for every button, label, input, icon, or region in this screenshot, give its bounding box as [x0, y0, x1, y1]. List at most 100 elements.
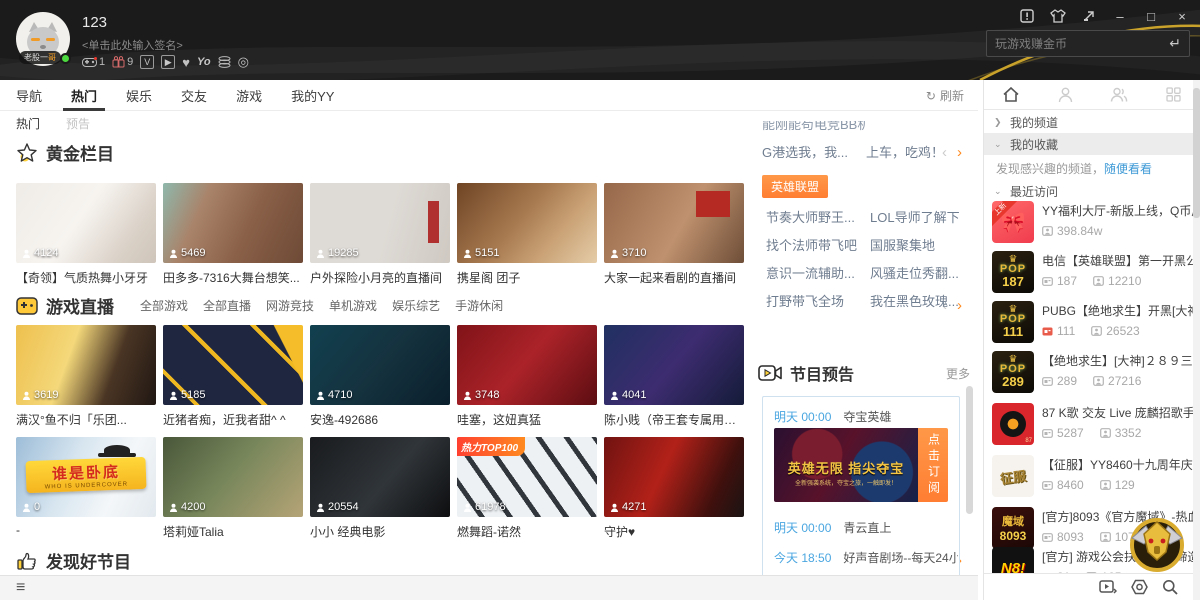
subtab-preview[interactable]: 预告 [66, 115, 90, 132]
live-card[interactable]: 3710 大家一起来看剧的直播间 [604, 183, 744, 286]
signature-placeholder[interactable]: <单击此处输入签名> [82, 37, 183, 53]
live-card[interactable]: 5151 携星阁 团子 [457, 183, 597, 286]
discover-section-title: 发现好节目 [46, 548, 131, 573]
banner-subline: 全新强袭系统，夺宝之旅，一触即发！ [774, 478, 918, 487]
search-channel-icon[interactable] [1162, 579, 1178, 595]
game-badge[interactable]: 1 [82, 56, 105, 68]
tab-navigation[interactable]: 导航 [16, 80, 42, 111]
group-recent-visits[interactable]: ⌄ 最近访问 [984, 180, 1200, 202]
preview-banner[interactable]: 英雄无限 指尖夺宝 全新强袭系统，夺宝之旅，一触即发！ 点击订阅 [774, 428, 948, 502]
channel-item[interactable]: 87 87 K歌 交友 Live 庞麟招歌手 首页排行... 5287 3352 [992, 403, 1200, 447]
menu-icon[interactable]: ≡ [16, 579, 25, 597]
tab-entertainment[interactable]: 娱乐 [126, 80, 152, 111]
game-entry-link[interactable]: G港选我，我... [762, 142, 866, 161]
group-my-channels[interactable]: ❯ 我的频道 [984, 111, 1200, 133]
medal-close-icon[interactable]: × [1180, 508, 1186, 520]
gift-badge[interactable]: 9 [112, 56, 133, 68]
game-tab-variety[interactable]: 娱乐综艺 [392, 297, 440, 314]
game-entry-link[interactable]: 意识一流辅助... [766, 263, 870, 282]
video-badge-icon[interactable]: ▶ [161, 55, 175, 69]
live-card[interactable]: 4271 守护♥ [604, 437, 744, 540]
game-entry-link[interactable]: 国服聚集地 [870, 235, 974, 254]
live-card[interactable]: 3748 哇塞，这妞真猛 [457, 325, 597, 428]
live-card[interactable]: 5469 田多多-7316大舞台想笑... [163, 183, 303, 286]
channel-icon: 87 [992, 403, 1034, 445]
channel-item[interactable]: POP187 电信【英雄联盟】第一开黑公会/三角洲... 187 12210 [992, 251, 1200, 295]
game-tab-all-games[interactable]: 全部游戏 [140, 297, 188, 314]
sidebar-scrollbar-thumb[interactable] [1193, 88, 1200, 218]
game-entry-link[interactable]: 我在黑色玫瑰... [870, 291, 974, 310]
live-card[interactable]: 4041 陈小贱（帝王套专属用户） [604, 325, 744, 428]
heart-icon[interactable]: ♥ [182, 55, 190, 70]
tab-friends[interactable]: 交友 [181, 80, 207, 111]
target-icon[interactable]: ◎ [238, 54, 249, 70]
tab-games[interactable]: 游戏 [236, 80, 262, 111]
live-card[interactable]: 3619 满汉°鱼不归「乐团... [16, 325, 156, 428]
viewer-count: 5469 [181, 247, 205, 259]
star-icon [16, 142, 38, 164]
username[interactable]: 123 [82, 14, 107, 31]
subscribe-button[interactable]: 点击订阅 [918, 428, 948, 502]
game-entry-link[interactable]: LOL导师了解下 [870, 207, 974, 226]
game-tab-mobile-casual[interactable]: 手游休闲 [455, 297, 503, 314]
live-card[interactable]: 谁是卧底 WHO IS UNDERCOVER 0 - [16, 437, 156, 540]
channel-id: 5287 [1057, 426, 1084, 440]
viewers-icon [610, 503, 619, 512]
refresh-button[interactable]: ↻刷新 [926, 80, 964, 111]
mini-mode-icon[interactable] [1081, 8, 1097, 24]
viewers-icon [610, 249, 619, 258]
gold-medal-overlay[interactable] [1126, 512, 1188, 574]
tab-my-yy[interactable]: 我的YY [291, 80, 334, 111]
game-entry-link[interactable]: 风骚走位秀翻... [870, 263, 974, 282]
undercover-logo: 谁是卧底 WHO IS UNDERCOVER [25, 457, 146, 493]
yo-badge-icon[interactable]: Yo [197, 56, 211, 68]
tab-hot[interactable]: 热门 [71, 80, 97, 111]
live-card[interactable]: 4200 塔莉娅Talia [163, 437, 303, 540]
live-card[interactable]: 5185 近猪者痴，近我者甜^ ^ [163, 325, 303, 428]
live-card[interactable]: 4710 安逸-492686 [310, 325, 450, 428]
browse-channels-link[interactable]: 随便看看 [1104, 162, 1152, 176]
live-card[interactable]: 4124 【奇领】气质热舞小牙牙 [16, 183, 156, 286]
group-my-favorites[interactable]: ⌄ 我的收藏 [984, 133, 1200, 155]
channel-item[interactable]: 征服 【征服】YY8460十九周年庆一起闯荡19... 8460 129 [992, 455, 1200, 499]
coins-icon[interactable] [218, 56, 231, 68]
user-avatar[interactable]: 老股一哥 [16, 12, 70, 66]
tab-home[interactable] [984, 80, 1038, 109]
game-entry-link[interactable]: 上车，吃鸡！ [866, 142, 970, 161]
preview-more-link[interactable]: 更多 [946, 365, 970, 382]
enter-icon[interactable]: ↵ [1169, 35, 1189, 52]
maximize-button[interactable]: □ [1143, 8, 1159, 24]
game-tab-online-esports[interactable]: 网游竞技 [266, 297, 314, 314]
sidebar-scrollbar-track[interactable] [1193, 80, 1200, 600]
tab-groups[interactable] [1092, 80, 1146, 109]
minimize-button[interactable]: – [1112, 8, 1128, 24]
v-badge-icon[interactable]: V [140, 55, 154, 69]
subtab-hot[interactable]: 热门 [16, 115, 40, 132]
live-card[interactable]: 19285 户外探险小月亮的直播间 [310, 183, 450, 286]
lol-category-badge[interactable]: 英雄联盟 [762, 175, 828, 198]
close-button[interactable]: × [1174, 8, 1190, 24]
preview-item[interactable]: 明天 00:00 夺宝英雄 [774, 408, 891, 425]
game-entry-link[interactable]: 找个法师带飞吧 [766, 235, 870, 254]
live-card[interactable]: 20554 小小 经典电影 [310, 437, 450, 540]
game-entry-link[interactable]: 电竞BB机在此 [814, 121, 866, 133]
preview-item[interactable]: 明天 00:00 青云直上 [774, 519, 891, 536]
channel-item[interactable]: 🎀 上新 YY福利大厅-新版上线，Q币皮肤免费领 398.84w [992, 201, 1200, 245]
skin-theme-icon[interactable] [1050, 8, 1066, 24]
search-box: ↵ [986, 30, 1190, 57]
search-input[interactable] [987, 37, 1169, 51]
game-entry-link[interactable]: 打野带飞全场 [766, 291, 870, 310]
channel-item[interactable]: POP111 PUBG【绝地求生】开黑[大神]全网第一... 111 26523 [992, 301, 1200, 345]
game-entry-link[interactable]: 能刚能苟个憨牛 [762, 121, 814, 133]
channel-item[interactable]: POP289 【绝地求生】[大神]２８９三角洲/联盟/... 289 27216 [992, 351, 1200, 395]
game-tab-pc-games[interactable]: 单机游戏 [329, 297, 377, 314]
tab-contacts[interactable] [1038, 80, 1092, 109]
live-panel-icon[interactable] [1099, 580, 1117, 595]
game-tab-all-live[interactable]: 全部直播 [203, 297, 251, 314]
find-channel-icon[interactable] [1131, 579, 1148, 595]
game-entry-link[interactable]: 节奏大师野王... [766, 207, 870, 226]
live-card[interactable]: 热力TOP100 61978 燃舞蹈-诺然 [457, 437, 597, 540]
preview-item[interactable]: 今天 18:50 好声音剧场--每天24小... [774, 549, 958, 566]
tab-apps[interactable] [1146, 80, 1200, 109]
feedback-icon[interactable] [1019, 8, 1035, 24]
